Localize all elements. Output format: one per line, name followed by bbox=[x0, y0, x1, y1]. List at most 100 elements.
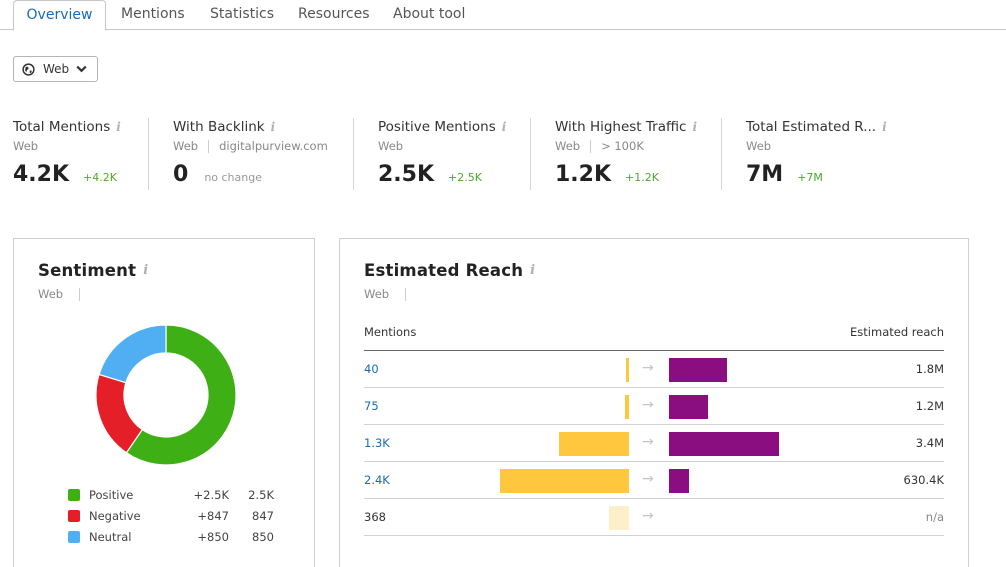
arrow-right-icon: → bbox=[642, 471, 654, 487]
metric-highest-traffic: With Highest Traffic i Web > 100K 1.2K +1.2… bbox=[555, 118, 697, 190]
reach-bar bbox=[669, 395, 708, 419]
metric-delta: +2.5K bbox=[448, 171, 482, 184]
metric-delta: no change bbox=[204, 171, 262, 184]
separator bbox=[79, 287, 81, 301]
tab-overview[interactable]: Overview bbox=[13, 0, 106, 31]
legend-delta: +850 bbox=[197, 530, 229, 544]
tab-mentions[interactable]: Mentions bbox=[121, 0, 185, 30]
mentions-count-link[interactable]: 40 bbox=[364, 362, 379, 376]
arrow-right-icon: → bbox=[642, 434, 654, 450]
legend-item-positive[interactable]: Positive +2.5K 2.5K bbox=[68, 487, 278, 503]
card-subtitle: Web bbox=[38, 287, 81, 301]
reach-source: Web bbox=[364, 287, 390, 301]
mentions-bar bbox=[626, 358, 629, 382]
reach-table-row: 40 → 1.8M bbox=[364, 351, 944, 388]
metric-domain: digitalpurview.com bbox=[219, 139, 328, 153]
metric-title: With Highest Traffic bbox=[555, 119, 687, 135]
info-icon[interactable]: i bbox=[116, 120, 121, 134]
metric-value: 4.2K bbox=[13, 162, 70, 187]
reach-table-row: 75 → 1.2M bbox=[364, 388, 944, 425]
metric-delta: +1.2K bbox=[625, 171, 659, 184]
source-dropdown[interactable]: Web bbox=[13, 56, 98, 82]
reach-bar bbox=[669, 432, 779, 456]
metric-source: Web bbox=[173, 139, 199, 153]
info-icon[interactable]: i bbox=[692, 120, 697, 134]
metric-source: Web bbox=[378, 139, 404, 153]
legend-swatch bbox=[68, 489, 80, 501]
arrow-right-icon: → bbox=[642, 360, 654, 376]
tab-resources[interactable]: Resources bbox=[298, 0, 370, 30]
tab-statistics[interactable]: Statistics bbox=[210, 0, 274, 30]
tab-about-tool[interactable]: About tool bbox=[393, 0, 465, 30]
card-title: Sentiment i bbox=[38, 261, 148, 280]
metric-title: With Backlink bbox=[173, 119, 265, 135]
metric-divider bbox=[353, 118, 354, 190]
separator bbox=[405, 287, 407, 301]
legend-delta: +847 bbox=[197, 509, 229, 523]
reach-value: n/a bbox=[925, 510, 944, 524]
sentiment-donut-chart bbox=[95, 324, 237, 466]
estimated-reach-card: Estimated Reach i Web Mentions Estimated … bbox=[339, 238, 969, 567]
metric-source: Web bbox=[555, 139, 581, 153]
reach-value: 1.2M bbox=[915, 399, 944, 413]
info-icon[interactable]: i bbox=[271, 120, 276, 134]
reach-bar bbox=[669, 358, 727, 382]
legend-item-neutral[interactable]: Neutral +850 850 bbox=[68, 529, 278, 545]
info-icon[interactable]: i bbox=[882, 120, 887, 134]
metric-source: Web bbox=[746, 139, 772, 153]
card-title: Estimated Reach i bbox=[364, 261, 535, 280]
legend-swatch bbox=[68, 531, 80, 543]
metric-title: Positive Mentions bbox=[378, 119, 496, 135]
legend-delta: +2.5K bbox=[193, 488, 229, 502]
info-icon[interactable]: i bbox=[530, 263, 535, 278]
reach-value: 1.8M bbox=[915, 362, 944, 376]
metric-total-estimated-reach: Total Estimated R... i Web 7M +7M bbox=[746, 118, 887, 190]
reach-bar bbox=[669, 469, 689, 493]
sentiment-card: Sentiment i Web Positive +2.5K 2.5K Negat… bbox=[13, 238, 315, 567]
metric-delta: +7M bbox=[797, 171, 823, 184]
mentions-count: 368 bbox=[364, 510, 386, 524]
reach-table-row: 2.4K → 630.4K bbox=[364, 462, 944, 499]
metric-threshold: > 100K bbox=[601, 139, 644, 153]
separator bbox=[590, 139, 592, 153]
metric-title: Total Mentions bbox=[13, 119, 111, 135]
metric-total-mentions: Total Mentions i Web 4.2K +4.2K bbox=[13, 118, 121, 190]
mentions-count-link[interactable]: 75 bbox=[364, 399, 379, 413]
mentions-count-link[interactable]: 2.4K bbox=[364, 473, 390, 487]
source-dropdown-value: Web bbox=[43, 62, 70, 76]
reach-table: Mentions Estimated reach 40 → 1.8M 75 → 1.2M 1… bbox=[364, 319, 944, 536]
info-icon[interactable]: i bbox=[143, 263, 148, 278]
metric-source: Web bbox=[13, 139, 39, 153]
reach-value: 630.4K bbox=[903, 473, 944, 487]
legend-value: 850 bbox=[252, 530, 274, 544]
chevron-down-icon bbox=[76, 65, 87, 73]
metric-value: 0 bbox=[173, 162, 189, 187]
metric-positive-mentions: Positive Mentions i Web 2.5K +2.5K bbox=[378, 118, 506, 190]
mentions-count-link[interactable]: 1.3K bbox=[364, 436, 390, 450]
sentiment-title: Sentiment bbox=[38, 261, 137, 280]
arrow-right-icon: → bbox=[642, 397, 654, 413]
metric-value: 2.5K bbox=[378, 162, 435, 187]
metric-value: 7M bbox=[746, 162, 784, 187]
reach-value: 3.4M bbox=[915, 436, 944, 450]
donut-slice-neutral[interactable] bbox=[98, 324, 167, 384]
legend-label: Neutral bbox=[89, 530, 132, 544]
card-subtitle: Web bbox=[364, 287, 407, 301]
mentions-bar bbox=[609, 506, 629, 530]
header-mentions: Mentions bbox=[364, 325, 417, 339]
tab-bar: Overview Mentions Statistics Resources A… bbox=[0, 0, 1006, 31]
metric-title: Total Estimated R... bbox=[746, 119, 877, 135]
metric-with-backlink: With Backlink i Web digitalpurview.com 0 no… bbox=[173, 118, 328, 190]
legend-item-negative[interactable]: Negative +847 847 bbox=[68, 508, 278, 524]
info-icon[interactable]: i bbox=[502, 120, 507, 134]
mentions-bar bbox=[500, 469, 629, 493]
metric-divider bbox=[721, 118, 722, 190]
mentions-bar bbox=[625, 395, 629, 419]
reach-table-row: 368 → n/a bbox=[364, 499, 944, 536]
arrow-right-icon: → bbox=[642, 508, 654, 524]
metric-divider bbox=[530, 118, 531, 190]
reach-title: Estimated Reach bbox=[364, 261, 524, 280]
legend-swatch bbox=[68, 510, 80, 522]
metric-value: 1.2K bbox=[555, 162, 612, 187]
globe-icon bbox=[22, 62, 35, 76]
